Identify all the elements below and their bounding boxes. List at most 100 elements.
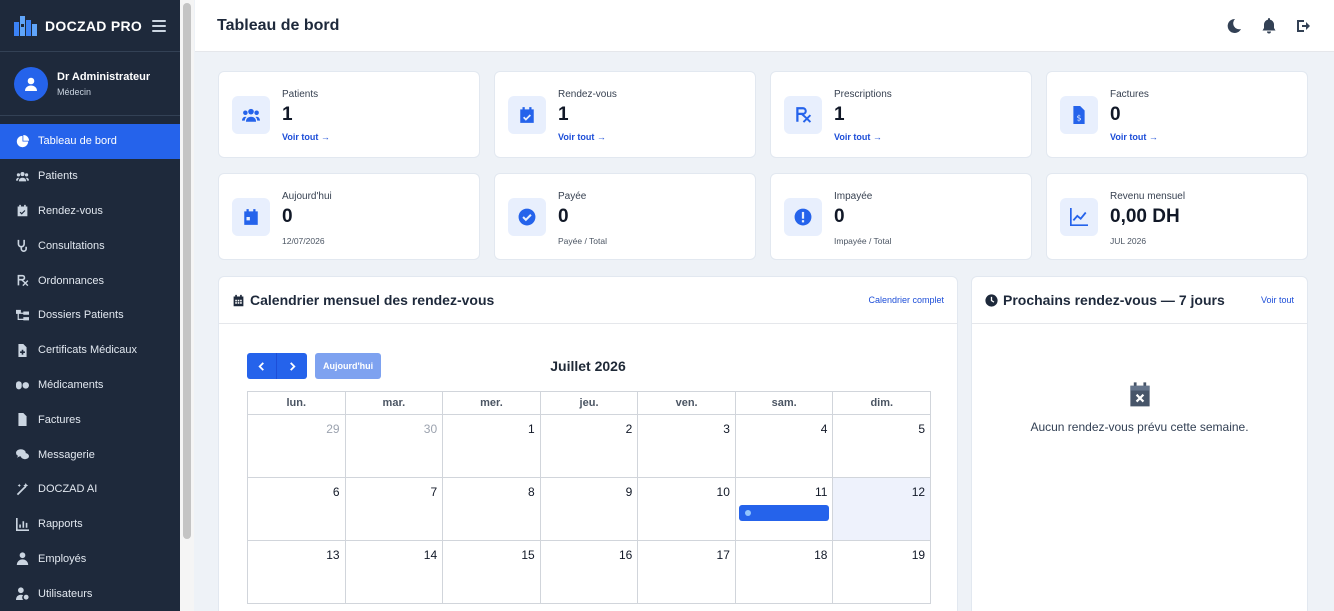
calendar-day-cell[interactable]: 7 <box>345 478 444 541</box>
sidebar-item-label: Rapports <box>38 518 83 531</box>
calendar-event[interactable] <box>738 505 830 521</box>
stat-subtext: Impayée / Total <box>834 236 892 246</box>
page-title: Tableau de bord <box>217 16 340 34</box>
file-medical-icon <box>16 343 29 357</box>
pills-icon <box>16 378 29 391</box>
stat-value: 0 <box>834 206 845 227</box>
calendar-day-cell[interactable]: 9 <box>540 478 639 541</box>
today-button[interactable]: Aujourd'hui <box>315 353 382 379</box>
stat-value: 1 <box>282 104 293 125</box>
stat-card-factures: $ Factures 0 Voir tout → <box>1046 71 1308 158</box>
view-all-link[interactable]: Voir tout → <box>282 132 330 142</box>
sidebar-item-medicaments[interactable]: Médicaments <box>0 368 180 403</box>
calendar-day-cell[interactable]: 15 <box>443 541 541 604</box>
sidebar-item-tableau-de-bord[interactable]: Tableau de bord <box>0 124 180 159</box>
calendar-day-cell[interactable]: 16 <box>540 541 639 604</box>
upcoming-appointments-panel: Prochains rendez-vous — 7 jours Voir tou… <box>971 276 1308 611</box>
calendar-grid: lun. mar. mer. jeu. ven. sam. dim. 29 30… <box>247 391 932 604</box>
user-profile[interactable]: Dr Administrateur Médecin <box>0 52 180 116</box>
sidebar-item-label: Médicaments <box>38 378 104 391</box>
clock-icon <box>985 293 998 307</box>
day-number: 2 <box>625 422 633 436</box>
sidebar-item-dossiers-patients[interactable]: Dossiers Patients <box>0 298 180 333</box>
calendar-day-cell[interactable]: 18 <box>735 541 834 604</box>
calendar-day-cell[interactable]: 10 <box>638 478 736 541</box>
prescription-icon <box>784 96 822 134</box>
day-number: 6 <box>332 485 340 499</box>
sidebar-item-label: Factures <box>38 413 81 426</box>
empty-state: Aucun rendez-vous prévu cette semaine. <box>972 381 1307 434</box>
notification-bell-icon[interactable] <box>1261 17 1277 34</box>
dark-mode-moon-icon[interactable] <box>1226 18 1242 34</box>
calendar-day-cell[interactable]: 29 <box>248 415 346 478</box>
stat-card-revenu-mensuel: Revenu mensuel 0,00 DH JUL 2026 <box>1046 173 1308 260</box>
calendar-day-cell[interactable]: 8 <box>443 478 541 541</box>
calendar-day-cell[interactable]: 5 <box>833 415 932 478</box>
day-number: 19 <box>911 548 926 562</box>
chart-line-icon <box>1060 198 1098 236</box>
logout-icon[interactable] <box>1296 18 1312 34</box>
stat-value: 0 <box>1110 104 1121 125</box>
calendar-check-icon <box>508 96 546 134</box>
prescription-icon <box>16 274 29 287</box>
calendar-day-cell[interactable]: 6 <box>248 478 346 541</box>
calendar-day-cell[interactable]: 19 <box>833 541 932 604</box>
sidebar-scrollbar[interactable] <box>183 3 191 539</box>
stat-label: Patients <box>282 89 319 100</box>
sidebar: DOCZAD PRO Dr Administrateur Médecin Tab… <box>0 0 180 611</box>
next-month-button[interactable] <box>277 353 307 379</box>
user-tie-icon <box>16 552 29 566</box>
calendar-x-icon <box>972 381 1307 412</box>
folder-tree-icon <box>16 309 29 322</box>
check-circle-icon <box>508 198 546 236</box>
full-calendar-link[interactable]: Calendrier complet <box>868 295 944 305</box>
sidebar-item-factures[interactable]: Factures <box>0 402 180 437</box>
calendar-day-cell-today[interactable]: 12 <box>833 478 932 541</box>
calendar-day-cell[interactable]: 4 <box>735 415 834 478</box>
sidebar-item-label: Ordonnances <box>38 274 105 287</box>
chevron-right-icon <box>289 361 296 371</box>
stat-subtext: JUL 2026 <box>1110 236 1147 246</box>
calendar-panel: Calendrier mensuel des rendez-vous Calen… <box>218 276 958 611</box>
calendar-day-cell[interactable]: 13 <box>248 541 346 604</box>
sidebar-item-label: Patients <box>38 170 78 183</box>
sidebar-item-ordonnances[interactable]: Ordonnances <box>0 263 180 298</box>
stat-label: Impayée <box>834 191 873 202</box>
sidebar-item-doczad-ai[interactable]: DOCZAD AI <box>0 472 180 507</box>
day-header: ven. <box>638 392 736 415</box>
sidebar-item-utilisateurs[interactable]: Utilisateurs <box>0 576 180 611</box>
view-all-upcoming-link[interactable]: Voir tout <box>1261 295 1294 305</box>
sidebar-item-messagerie[interactable]: Messagerie <box>0 437 180 472</box>
day-number: 17 <box>716 548 730 562</box>
view-all-link[interactable]: Voir tout → <box>558 132 606 142</box>
sidebar-item-employes[interactable]: Employés <box>0 542 180 577</box>
stat-label: Prescriptions <box>834 89 892 100</box>
sidebar-item-certificats-medicaux[interactable]: Certificats Médicaux <box>0 333 180 368</box>
stat-label: Aujourd'hui <box>282 191 332 202</box>
stat-value: 0 <box>282 206 293 227</box>
sidebar-item-patients[interactable]: Patients <box>0 159 180 194</box>
day-number: 4 <box>820 422 828 436</box>
sidebar-item-rapports[interactable]: Rapports <box>0 507 180 542</box>
calendar-day-cell[interactable]: 1 <box>443 415 541 478</box>
calendar-day-cell[interactable]: 14 <box>345 541 444 604</box>
calendar-day-cell[interactable]: 2 <box>540 415 639 478</box>
previous-month-button[interactable] <box>247 353 277 379</box>
calendar-day-cell[interactable]: 3 <box>638 415 736 478</box>
magic-wand-icon <box>16 482 29 496</box>
day-number: 5 <box>918 422 926 436</box>
sidebar-item-consultations[interactable]: Consultations <box>0 228 180 263</box>
menu-toggle-icon[interactable] <box>152 19 166 32</box>
calendar-day-cell[interactable]: 30 <box>345 415 444 478</box>
calendar-day-cell[interactable]: 17 <box>638 541 736 604</box>
stat-value: 0,00 DH <box>1110 206 1180 227</box>
stat-card-rendez-vous: Rendez-vous 1 Voir tout → <box>494 71 756 158</box>
sidebar-item-rendez-vous[interactable]: Rendez-vous <box>0 194 180 229</box>
view-all-link[interactable]: Voir tout → <box>1110 132 1158 142</box>
view-all-link[interactable]: Voir tout → <box>834 132 882 142</box>
day-header: lun. <box>248 392 346 415</box>
stat-card-aujourdhui: Aujourd'hui 0 12/07/2026 <box>218 173 480 260</box>
empty-state-text: Aucun rendez-vous prévu cette semaine. <box>1030 420 1249 434</box>
calendar-day-cell[interactable]: 11 <box>735 478 834 541</box>
day-header: mer. <box>443 392 541 415</box>
